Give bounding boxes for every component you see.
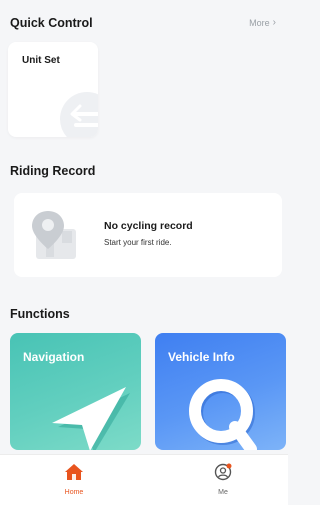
vehicle-info-label: Vehicle Info (168, 350, 235, 364)
tab-home-label: Home (64, 489, 84, 496)
unit-set-card[interactable]: Unit Set (8, 42, 98, 137)
search-icon (189, 379, 257, 450)
navigation-label: Navigation (23, 350, 85, 364)
tab-home[interactable]: Home (44, 463, 104, 496)
tab-me-label: Me (218, 489, 228, 496)
unit-set-label: Unit Set (22, 55, 60, 66)
riding-record-card[interactable]: No cycling record Start your first ride. (14, 193, 282, 277)
no-record-subtitle: Start your first ride. (104, 238, 172, 247)
swap-arrows-icon (60, 92, 98, 137)
navigation-card[interactable]: Navigation (10, 333, 141, 450)
map-pin-icon (32, 211, 76, 259)
vehicle-info-card[interactable]: Vehicle Info (155, 333, 286, 450)
navigation-arrow-icon (52, 387, 130, 450)
quick-control-title: Quick Control (10, 16, 93, 30)
tab-me[interactable]: Me (193, 463, 253, 496)
no-record-title: No cycling record (104, 220, 193, 232)
more-label: More (249, 17, 270, 28)
home-icon (65, 464, 83, 480)
user-icon (214, 463, 232, 481)
riding-record-title: Riding Record (10, 164, 96, 178)
bottom-tab-bar: Home Me (0, 454, 288, 505)
more-button[interactable]: More › (249, 17, 276, 28)
chevron-right-icon: › (272, 17, 276, 28)
notification-badge (226, 463, 232, 469)
functions-title: Functions (10, 307, 70, 321)
